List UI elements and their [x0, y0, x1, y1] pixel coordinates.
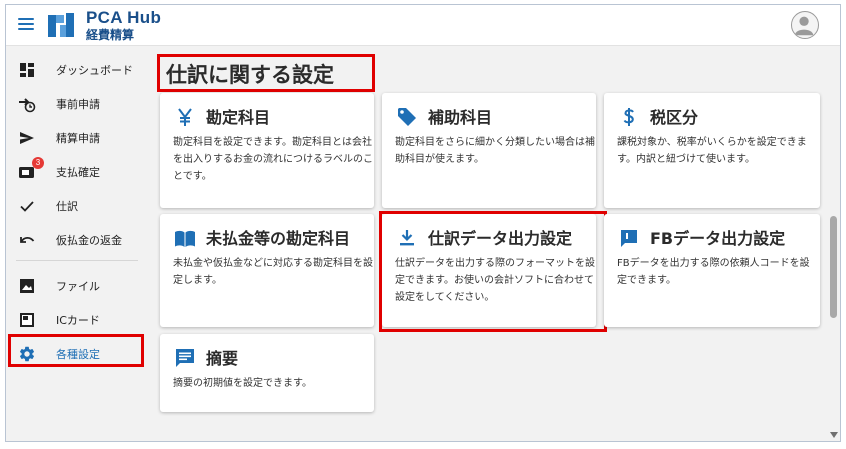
sidebar-item-dashboard[interactable]: ダッシュボード [6, 55, 150, 85]
card-tax-categories[interactable]: 税区分 課税対象か、税率がいくらかを設定できます。内訳と紐づけて使います。 [604, 93, 820, 208]
scroll-down-icon[interactable] [830, 432, 838, 438]
sidebar-item-label: 仮払金の返金 [56, 234, 122, 247]
sidebar-item-label: ファイル [56, 280, 100, 293]
dollar-icon [623, 108, 634, 126]
card-description: 勘定科目を設定できます。勘定科目とは会社を出入りするお金の流れにつけるラベルのこ… [173, 137, 373, 182]
sidebar-item-label: 精算申請 [56, 132, 100, 145]
card-title: 摘要 [206, 349, 239, 368]
card-unpaid-accounts[interactable]: 未払金等の勘定科目 未払金や仮払金などに対応する勘定科目を設定します。 [160, 214, 374, 327]
card-title: 補助科目 [428, 108, 493, 127]
sidebar-divider [16, 260, 138, 261]
page-title-highlight-box: 仕訳に関する設定 [157, 54, 375, 92]
sidebar-item-label: ICカード [56, 314, 100, 327]
user-avatar[interactable] [791, 11, 819, 39]
page-title: 仕訳に関する設定 [166, 63, 334, 87]
send-icon [20, 132, 34, 144]
comment-icon [176, 349, 194, 367]
card-sub-accounts[interactable]: 補助科目 勘定科目をさらに細かく分類したい場合は補助科目が使えます。 [382, 93, 596, 208]
card-title: 勘定科目 [206, 108, 271, 127]
sidebar-item-payment-confirm[interactable]: 3 支払確定 [6, 157, 150, 187]
sidebar-item-advance-refund[interactable]: 仮払金の返金 [6, 225, 150, 255]
sidebar-item-pre-application[interactable]: 事前申請 [6, 89, 150, 119]
journal-export-highlight-box [379, 211, 607, 332]
image-icon [20, 279, 34, 293]
brand-subtitle: 経費精算 [86, 28, 135, 42]
sidebar-item-label: 事前申請 [56, 98, 100, 111]
pre-application-icon [19, 98, 36, 113]
user-icon [794, 16, 814, 36]
sidebar-item-ic-card[interactable]: ICカード [6, 305, 150, 335]
menu-icon[interactable] [17, 14, 37, 34]
notification-badge: 3 [32, 157, 44, 169]
pca-logo-icon [48, 13, 74, 37]
sidebar-item-file[interactable]: ファイル [6, 271, 150, 301]
sidebar-item-label: ダッシュボード [56, 64, 133, 77]
card-title: FBデータ出力設定 [650, 229, 786, 248]
card-description: FBデータを出力する際の依頼人コードを設定できます。 [617, 258, 810, 286]
ic-card-icon [20, 313, 34, 327]
brand-name: PCA Hub [86, 8, 162, 27]
card-description: 勘定科目をさらに細かく分類したい場合は補助科目が使えます。 [395, 137, 595, 165]
card-descriptions[interactable]: 摘要 摘要の初期値を設定できます。 [160, 334, 374, 412]
book-icon [175, 230, 195, 247]
card-fb-export-settings[interactable]: FBデータ出力設定 FBデータを出力する際の依頼人コードを設定できます。 [604, 214, 820, 327]
sidebar: ダッシュボード 事前申請 精算申請 3 支払確定 仕訳 仮払金の返金 ファイル … [6, 46, 150, 441]
dashboard-icon [20, 63, 34, 77]
settings-highlight-box [8, 334, 144, 367]
scrollbar-thumb[interactable] [830, 216, 837, 318]
tag-icon [398, 108, 416, 126]
card-account-titles[interactable]: 勘定科目 勘定科目を設定できます。勘定科目とは会社を出入りするお金の流れにつける… [160, 93, 374, 208]
sidebar-item-journal[interactable]: 仕訳 [6, 191, 150, 221]
main-content: 仕訳に関する設定 勘定科目 勘定科目を設定できます。勘定科目とは会社を出入りする… [150, 46, 840, 441]
sidebar-item-label: 仕訳 [56, 200, 78, 213]
app-header: PCA Hub 経費精算 [6, 5, 840, 46]
card-title: 税区分 [650, 108, 699, 127]
card-description: 摘要の初期値を設定できます。 [173, 378, 312, 389]
sidebar-item-label: 支払確定 [56, 166, 100, 179]
yen-icon [178, 108, 192, 126]
card-description: 課税対象か、税率がいくらかを設定できます。内訳と紐づけて使います。 [617, 137, 807, 165]
check-icon [20, 201, 34, 212]
undo-icon [20, 236, 35, 243]
flag-icon [621, 230, 637, 247]
card-description: 未払金や仮払金などに対応する勘定科目を設定します。 [173, 258, 373, 286]
app-window: PCA Hub 経費精算 ダッシュボード 事前申請 精算申請 3 支払確定 仕訳… [5, 4, 841, 442]
sidebar-item-expense-application[interactable]: 精算申請 [6, 123, 150, 153]
card-title: 未払金等の勘定科目 [206, 229, 351, 248]
